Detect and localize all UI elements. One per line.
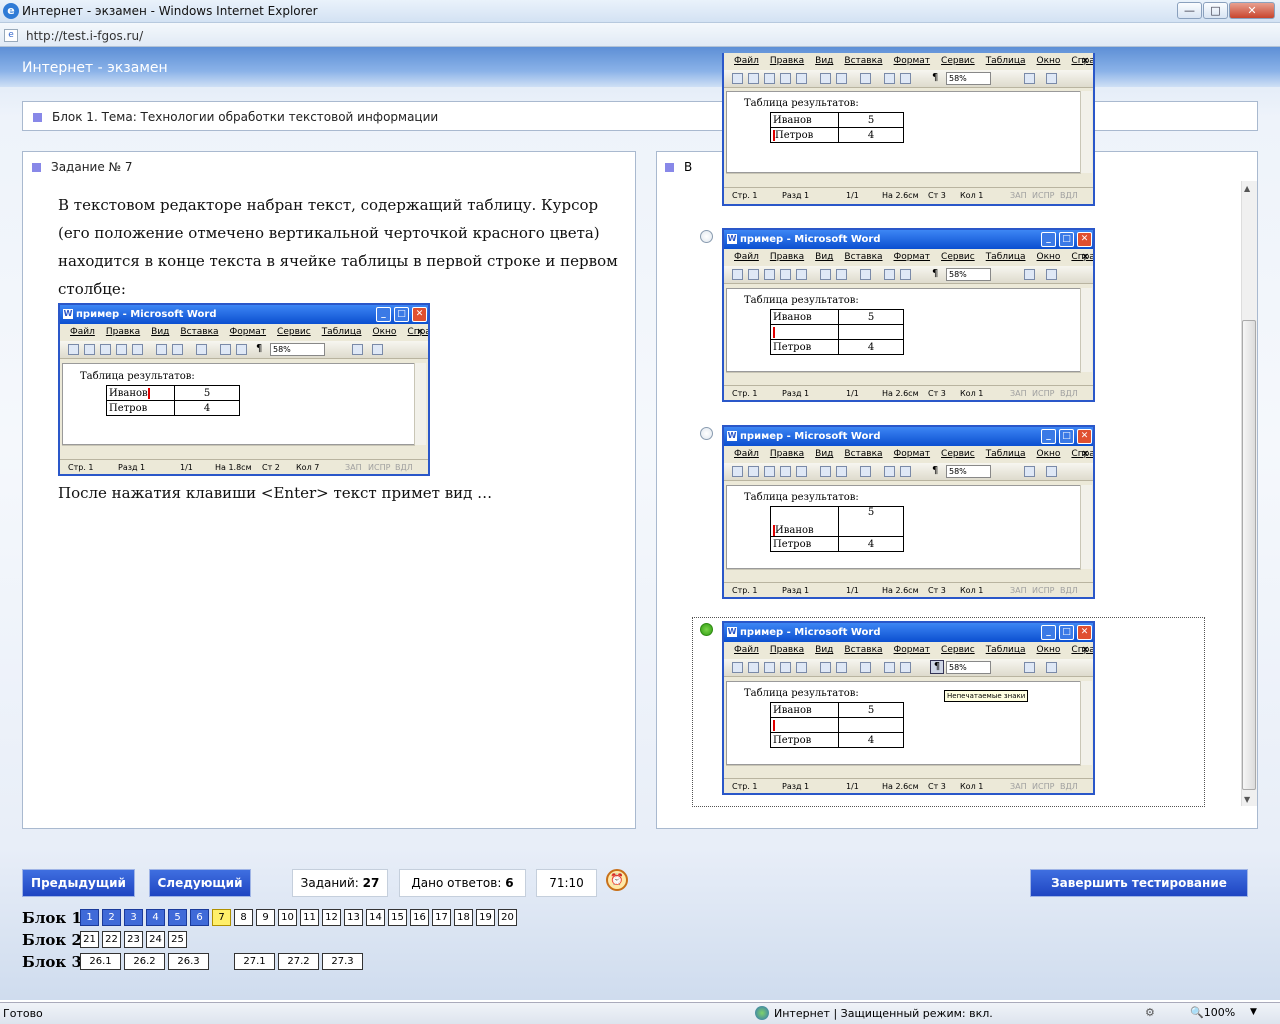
chevron-down-icon[interactable]: ▼ [1250,1007,1257,1017]
status-text: Готово [3,1007,43,1020]
word-menu: Файл Правка Вид Вставка Формат Сервис Таблица О… [60,324,428,341]
answers-scroll-thumb[interactable] [1242,320,1256,790]
task-button-23[interactable]: 23 [124,931,143,948]
task-button-24[interactable]: 24 [146,931,165,948]
task-button-27-2[interactable]: 27.2 [278,953,319,970]
doc-heading: Таблица результатов: [80,371,195,382]
task-button-8[interactable]: 8 [234,909,253,926]
zoom-level[interactable]: 🔍100% [1190,1006,1235,1019]
next-button[interactable]: Следующий [149,869,251,897]
task-button-15[interactable]: 15 [388,909,407,926]
page-icon: e [4,29,18,42]
minimize-button[interactable]: — [1177,2,1202,19]
task-button-5[interactable]: 5 [168,909,187,926]
cursor-mark [147,387,150,399]
task-header: Задание № 7 [32,160,132,174]
tasks-count: Заданий: 27 [292,869,388,897]
task-button-21[interactable]: 21 [80,931,99,948]
answer-4-radio[interactable] [700,623,713,636]
security-zone: Интернет | Защищенный режим: вкл. [774,1007,993,1020]
task-button-26-3[interactable]: 26.3 [168,953,209,970]
globe-icon [755,1006,769,1020]
prev-button[interactable]: Предыдущий [22,869,135,897]
task-button-22[interactable]: 22 [102,931,121,948]
bullet-square-icon [33,113,42,122]
task-button-27-3[interactable]: 27.3 [322,953,363,970]
task-button-17[interactable]: 17 [432,909,451,926]
task-button-4[interactable]: 4 [146,909,165,926]
alarm-clock-icon: ⏰ [606,869,628,891]
doc-table: Иванов 5 Петров 4 [106,385,240,416]
word-icon: W [63,309,73,319]
answers-header-text: В [684,160,693,174]
task-question: В текстовом редакторе набран текст, соде… [58,196,618,298]
task-button-25[interactable]: 25 [168,931,187,948]
zoom-box: 58% [270,343,325,356]
task-button-2[interactable]: 2 [102,909,121,926]
word-window-question: Wпример - Microsoft Word _ □ ✕ Файл Правка В… [58,303,430,476]
task-button-19[interactable]: 19 [476,909,495,926]
task-title: Задание № 7 [51,160,133,174]
task-button-20[interactable]: 20 [498,909,517,926]
word-status: Стр. 1 Разд 1 1/1 На 1.8см Ст 2 Кол 7 ЗАП ИСПР В… [60,459,428,474]
scroll-down-icon[interactable]: ▼ [1244,795,1250,804]
word-menu: Файл Правка Вид Вставка Формат Сервис Таблица О… [724,53,1093,70]
answer-2-window[interactable]: Wпример - Microsoft Word _ □ ✕ Файл Правка Ви… [722,228,1095,402]
word-maximize-icon: □ [394,307,409,322]
task-button-10[interactable]: 10 [278,909,297,926]
address-bar [0,23,1280,47]
word-minimize-icon: _ [376,307,391,322]
answer-1-window[interactable]: Файл Правка Вид Вставка Формат Сервис Таблица О… [722,53,1095,206]
maximize-button[interactable]: □ [1203,2,1228,19]
address-url[interactable]: http://test.i-fgos.ru/ [26,29,143,43]
block-title-text: Блок 1. Тема: Технологии обработки текст… [52,110,439,124]
task-button-13[interactable]: 13 [344,909,363,926]
answers-header: В [665,160,692,174]
tooltip: Непечатаемые знаки [944,690,1029,702]
task-button-16[interactable]: 16 [410,909,429,926]
answer-3-radio[interactable] [700,427,713,440]
exam-header-title: Интернет - экзамен [22,60,168,76]
block-2-label: Блок 2 [22,931,82,949]
task-button-9[interactable]: 9 [256,909,275,926]
task-button-27-1[interactable]: 27.1 [234,953,275,970]
block-3-label: Блок 3 [22,953,82,971]
finish-button[interactable]: Завершить тестирование [1030,869,1248,897]
task-button-12[interactable]: 12 [322,909,341,926]
answers-count: Дано ответов: 6 [399,869,526,897]
task-button-6[interactable]: 6 [190,909,209,926]
word-toolbar: ¶ 58% [724,70,1093,88]
bullet-square-icon [665,163,674,172]
window-title-bar: e Интернет - экзамен - Windows Internet … [0,0,1280,23]
bullet-square-icon [32,163,41,172]
close-button[interactable]: ✕ [1229,2,1275,19]
task-button-14[interactable]: 14 [366,909,385,926]
browser-status-bar [0,1002,1280,1024]
word-close-icon: ✕ [412,307,427,322]
word-title-bar: Wпример - Microsoft Word _ □ ✕ [60,305,428,324]
protected-mode-icon: ⚙ [1145,1006,1155,1019]
ie-logo-icon: e [3,3,19,19]
word-title: пример - Microsoft Word [76,309,217,320]
task-button-18[interactable]: 18 [454,909,473,926]
task-button-26-1[interactable]: 26.1 [80,953,121,970]
task-button-26-2[interactable]: 26.2 [124,953,165,970]
task-button-3[interactable]: 3 [124,909,143,926]
task-button-1[interactable]: 1 [80,909,99,926]
answer-4-window[interactable]: Wпример - Microsoft Word _ □ ✕ Файл Правка Ви… [722,621,1095,795]
block-1-label: Блок 1 [22,909,82,927]
timer: 71:10 [536,869,597,897]
word-toolbar: ¶ 58% [60,341,428,359]
word-vscroll [414,363,426,445]
scroll-up-icon[interactable]: ▲ [1244,184,1250,193]
task-followup: После нажатия клавиши <Enter> текст прим… [58,484,493,502]
window-title: Интернет - экзамен - Windows Internet Ex… [22,4,318,18]
task-button-11[interactable]: 11 [300,909,319,926]
answer-2-radio[interactable] [700,230,713,243]
answer-3-window[interactable]: Wпример - Microsoft Word _ □ ✕ Файл Правка Ви… [722,425,1095,599]
task-button-7[interactable]: 7 [212,909,231,926]
word-hscroll [62,445,415,457]
zoom-icon: 🔍 [1190,1006,1204,1019]
